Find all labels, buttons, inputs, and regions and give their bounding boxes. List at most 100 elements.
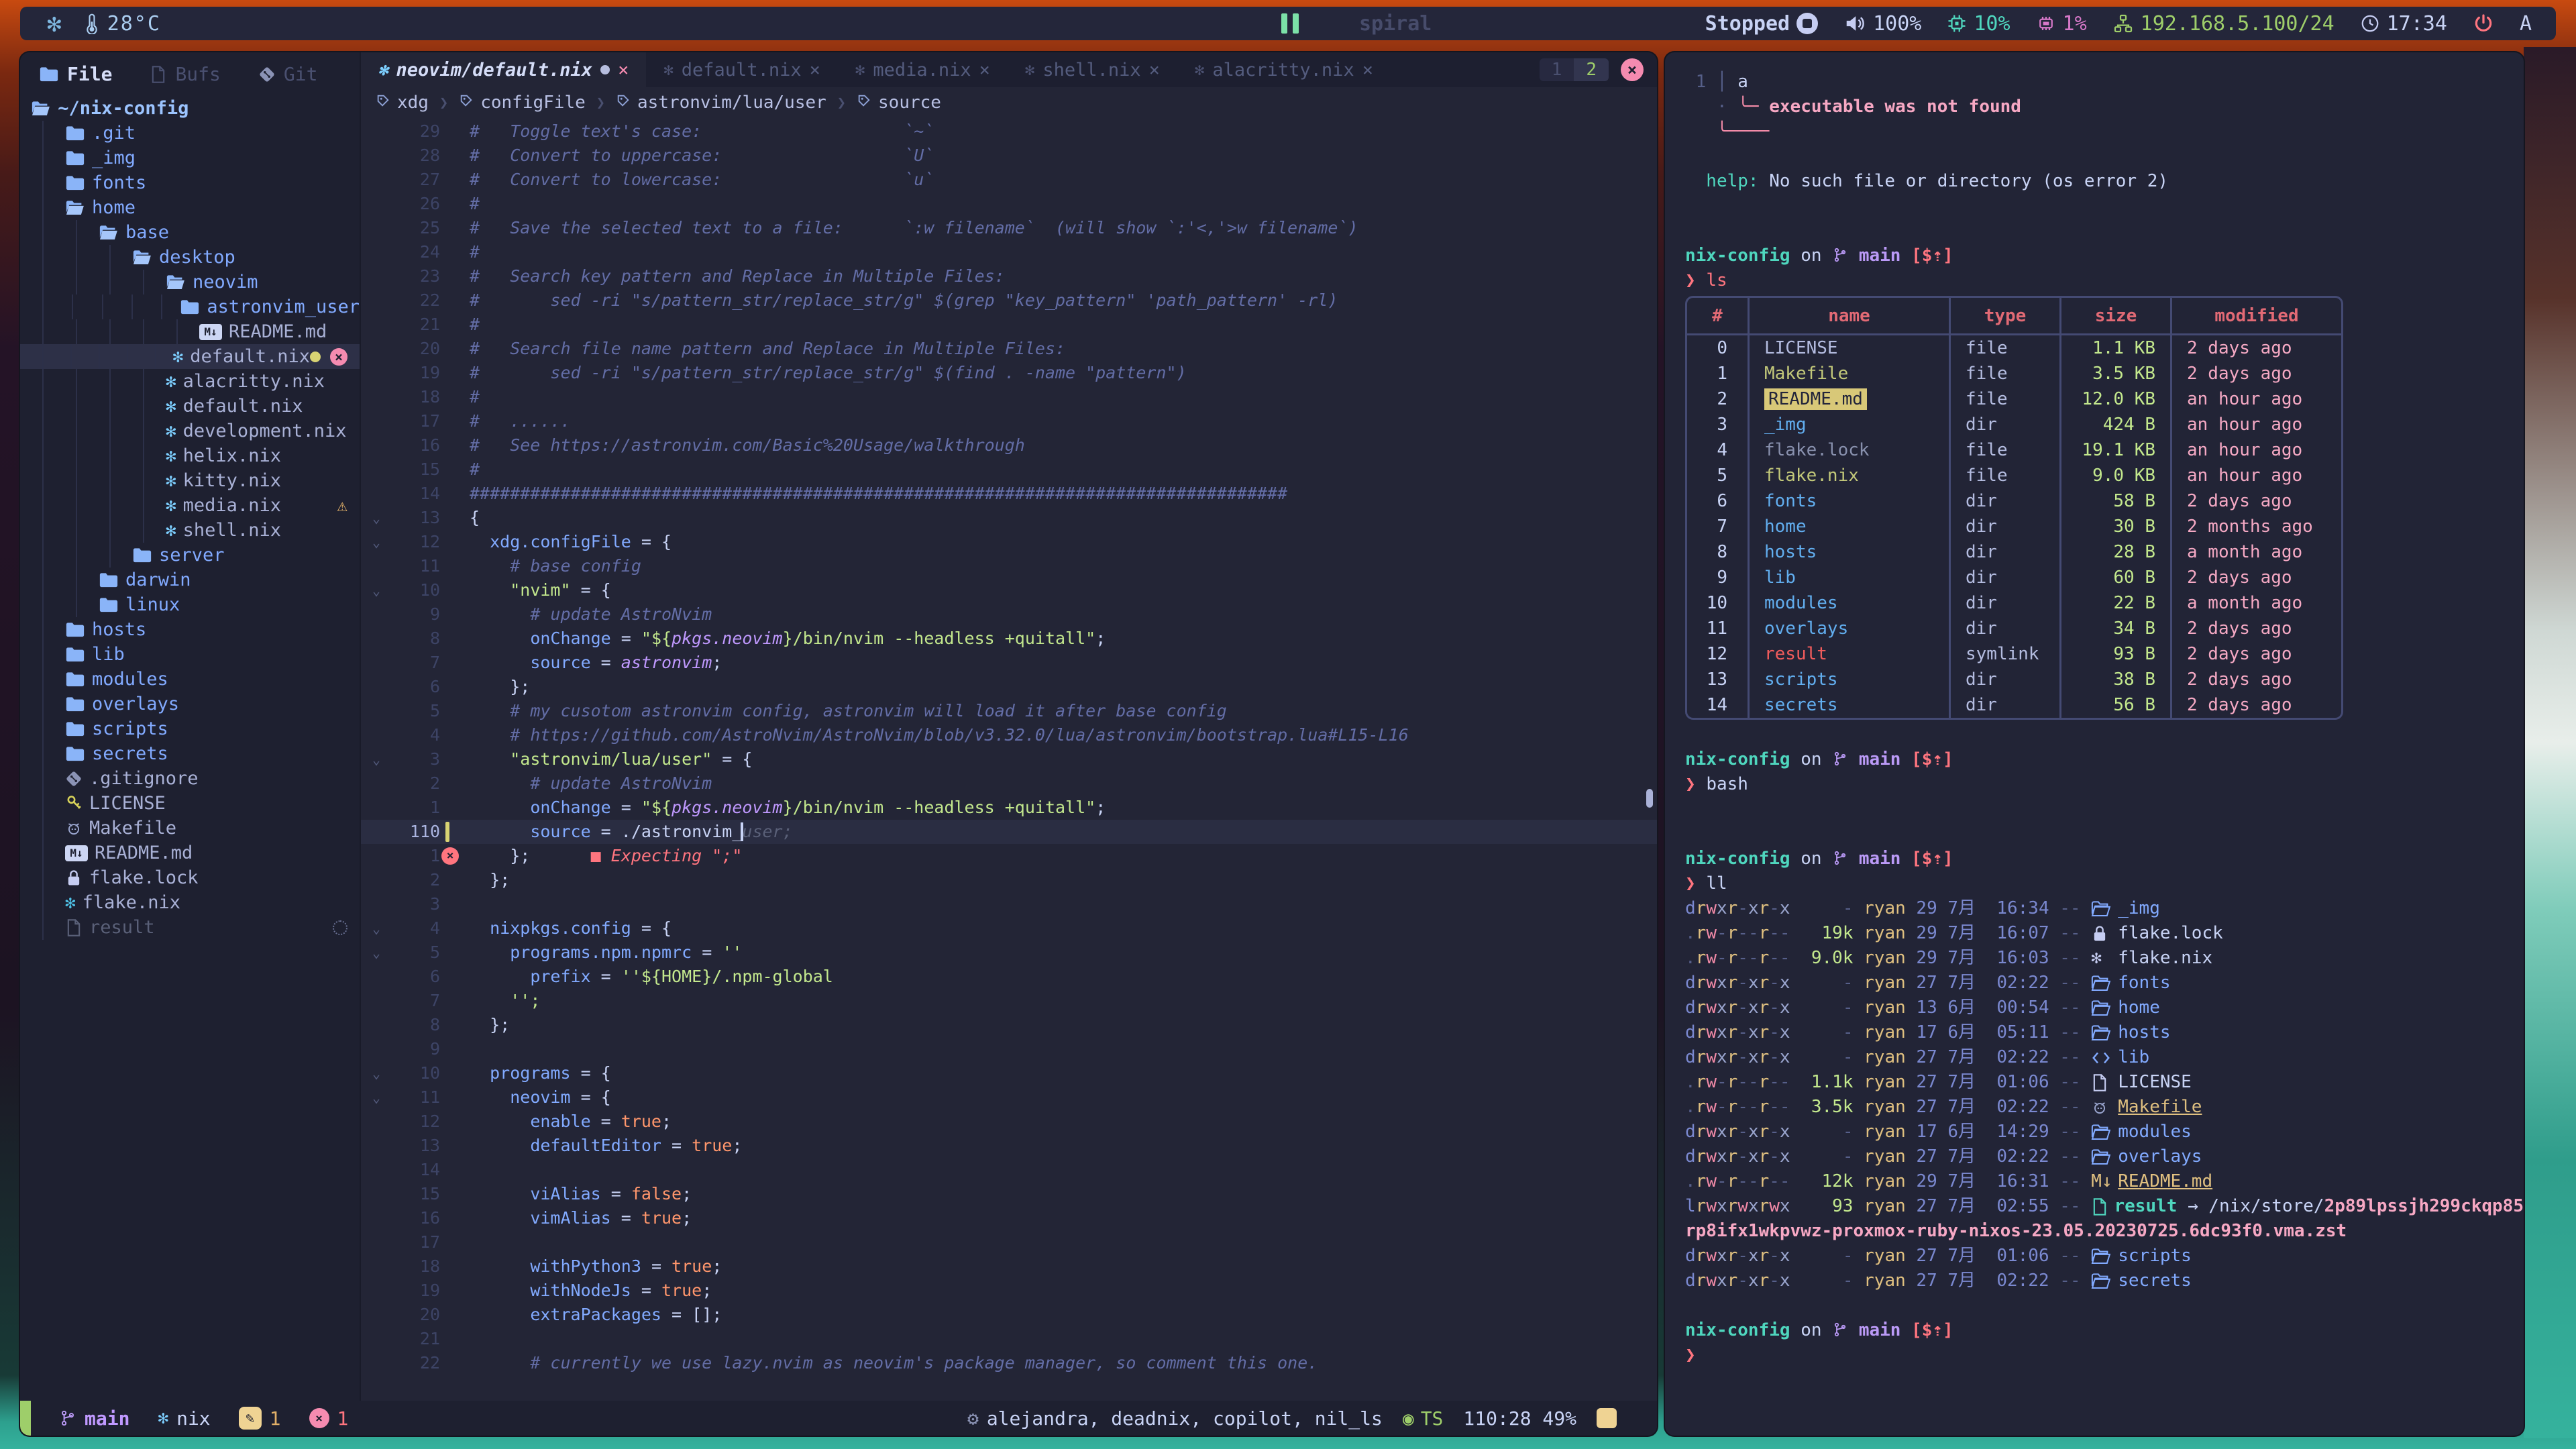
breadcrumb-item[interactable]: xdg: [376, 93, 429, 113]
fold-chevron-icon[interactable]: ⌄: [361, 506, 392, 530]
token: {: [470, 508, 480, 527]
tree-item-readme-md[interactable]: M↓README.md: [20, 841, 360, 865]
picker-2[interactable]: 2: [1574, 58, 1609, 81]
tree-item-darwin[interactable]: darwin: [20, 568, 360, 592]
tree-item-server[interactable]: server: [20, 543, 360, 568]
indent-guide: [42, 816, 65, 841]
tree-item-scripts[interactable]: scripts: [20, 716, 360, 741]
tree-item-base[interactable]: base: [20, 220, 360, 245]
neovim-window[interactable]: File Bufs Git ~/nix-config.git_imgfontshom…: [20, 52, 1657, 1436]
tree-item-linux[interactable]: linux: [20, 592, 360, 617]
media-status[interactable]: Stopped: [1705, 12, 1818, 36]
tab-close-icon[interactable]: ×: [1362, 60, 1373, 80]
picker-1[interactable]: 1: [1540, 58, 1574, 81]
diagnostics-segment[interactable]: × 1: [309, 1407, 349, 1430]
close-icon[interactable]: ×: [330, 348, 347, 366]
indent-guide: [127, 344, 144, 369]
tree-item-overlays[interactable]: overlays: [20, 692, 360, 716]
tree-item--img[interactable]: _img: [20, 146, 360, 170]
breadcrumb-item[interactable]: source: [857, 93, 941, 113]
tree-item-default-nix[interactable]: ✻default.nix×: [20, 344, 360, 369]
fold-chevron-icon[interactable]: ⌄: [361, 747, 392, 771]
terminal-line: drwxr-xr-x - ryan 17 6月 14:29 -- modules: [1685, 1120, 2524, 1144]
sidebar-tab-bufs[interactable]: Bufs: [150, 63, 220, 85]
tree-item-readme-md[interactable]: M↓README.md: [20, 319, 360, 344]
tree-item-desktop[interactable]: desktop: [20, 245, 360, 270]
tree-item-makefile[interactable]: Makefile: [20, 816, 360, 841]
code-line: 7 '';: [361, 989, 1657, 1013]
sidebar-tab-git[interactable]: Git: [258, 63, 318, 85]
tree-item-neovim[interactable]: neovim: [20, 270, 360, 294]
ls-cell: 14: [1687, 692, 1748, 718]
tab-close-icon[interactable]: ×: [1149, 60, 1160, 80]
term-token: ryan: [1864, 1194, 1906, 1219]
line-number: 29: [392, 119, 440, 144]
tree-item--gitignore[interactable]: .gitignore: [20, 766, 360, 791]
tree-item-development-nix[interactable]: ✻development.nix: [20, 419, 360, 443]
breadcrumb-item[interactable]: configFile: [459, 93, 586, 113]
nixos-logo-icon[interactable]: ✻: [47, 10, 62, 38]
tree-item-fonts[interactable]: fonts: [20, 170, 360, 195]
memory-widget[interactable]: 1%: [2036, 12, 2087, 36]
tab-close-icon[interactable]: ×: [810, 60, 820, 80]
terminal-window[interactable]: 1 │ a · ╰─ executable was not found ╰───…: [1665, 52, 2524, 1436]
tree-item-kitty-nix[interactable]: ✻kitty.nix: [20, 468, 360, 493]
tree-item-result[interactable]: result: [20, 915, 360, 940]
perm-char: -: [1780, 923, 1790, 943]
tree-item-home[interactable]: home: [20, 195, 360, 220]
tree-item-default-nix[interactable]: ✻default.nix: [20, 394, 360, 419]
tab-media-nix[interactable]: ✻media.nix×: [838, 52, 1008, 87]
line-number: 17: [392, 1230, 440, 1254]
tree-item-lib[interactable]: lib: [20, 642, 360, 667]
indent-guide: [143, 493, 166, 518]
tree-item-helix-nix[interactable]: ✻helix.nix: [20, 443, 360, 468]
perm-char: w: [1706, 1122, 1717, 1142]
tree-item-license[interactable]: LICENSE: [20, 791, 360, 816]
tree-item-secrets[interactable]: secrets: [20, 741, 360, 766]
fold-chevron-icon[interactable]: ⌄: [361, 941, 392, 965]
tree-item-astronvim-user[interactable]: astronvim_user: [20, 294, 360, 319]
fold-column: [361, 771, 392, 796]
tab-shell-nix[interactable]: ✻shell.nix×: [1008, 52, 1177, 87]
fold-chevron-icon[interactable]: ⌄: [361, 1085, 392, 1110]
tree-item--nix-config[interactable]: ~/nix-config: [20, 96, 360, 121]
fold-column: [361, 892, 392, 916]
fold-chevron-icon[interactable]: ⌄: [361, 1061, 392, 1085]
tree-item-alacritty-nix[interactable]: ✻alacritty.nix: [20, 369, 360, 394]
ls-cell: an hour ago: [2170, 386, 2341, 412]
code-editor[interactable]: 29# Toggle text's case: `~`28# Convert t…: [361, 118, 1657, 1401]
tab-alacritty-nix[interactable]: ✻alacritty.nix×: [1177, 52, 1391, 87]
tree-item-hosts[interactable]: hosts: [20, 617, 360, 642]
cpu-widget[interactable]: 10%: [1947, 12, 2010, 36]
fold-chevron-icon[interactable]: ⌄: [361, 530, 392, 554]
tree-item-flake-lock[interactable]: flake.lock: [20, 865, 360, 890]
perm-char: d: [1685, 973, 1696, 993]
tab-close-icon[interactable]: ×: [979, 60, 990, 80]
line-number: 7: [392, 989, 440, 1013]
fold-chevron-icon[interactable]: ⌄: [361, 916, 392, 941]
volume-widget[interactable]: 100%: [1843, 12, 1921, 36]
tree-item-media-nix[interactable]: ✻media.nix⚠: [20, 493, 360, 518]
tab-close-icon[interactable]: ×: [618, 60, 629, 80]
tree-item-modules[interactable]: modules: [20, 667, 360, 692]
token: withPython3: [530, 1256, 641, 1276]
pause-icon[interactable]: [1281, 13, 1299, 34]
tree-item-flake-nix[interactable]: ✻flake.nix: [20, 890, 360, 915]
fold-chevron-icon[interactable]: ⌄: [361, 578, 392, 602]
term-token: 93: [1790, 1194, 1854, 1219]
tab-default-nix[interactable]: ✻default.nix×: [646, 52, 838, 87]
git-branch-segment[interactable]: main: [59, 1407, 129, 1430]
sidebar-tab-file[interactable]: File: [39, 63, 112, 85]
git-changes-segment[interactable]: ✎ 1: [239, 1407, 281, 1430]
layout-indicator[interactable]: A: [2520, 12, 2532, 36]
power-button[interactable]: [2473, 13, 2494, 34]
media-widget[interactable]: spiral: [1281, 12, 1432, 36]
tab-neovim-default-nix[interactable]: ✻neovim/default.nix×: [361, 52, 646, 87]
breadcrumb-item[interactable]: astronvim/lua/user: [616, 93, 826, 113]
tree-item--git[interactable]: .git: [20, 121, 360, 146]
folder-icon: [2091, 900, 2118, 918]
network-widget[interactable]: 192.168.5.100/24: [2112, 12, 2334, 36]
close-window-button[interactable]: ×: [1621, 58, 1644, 81]
tree-item-shell-nix[interactable]: ✻shell.nix: [20, 518, 360, 543]
indent-guide: [76, 270, 99, 294]
